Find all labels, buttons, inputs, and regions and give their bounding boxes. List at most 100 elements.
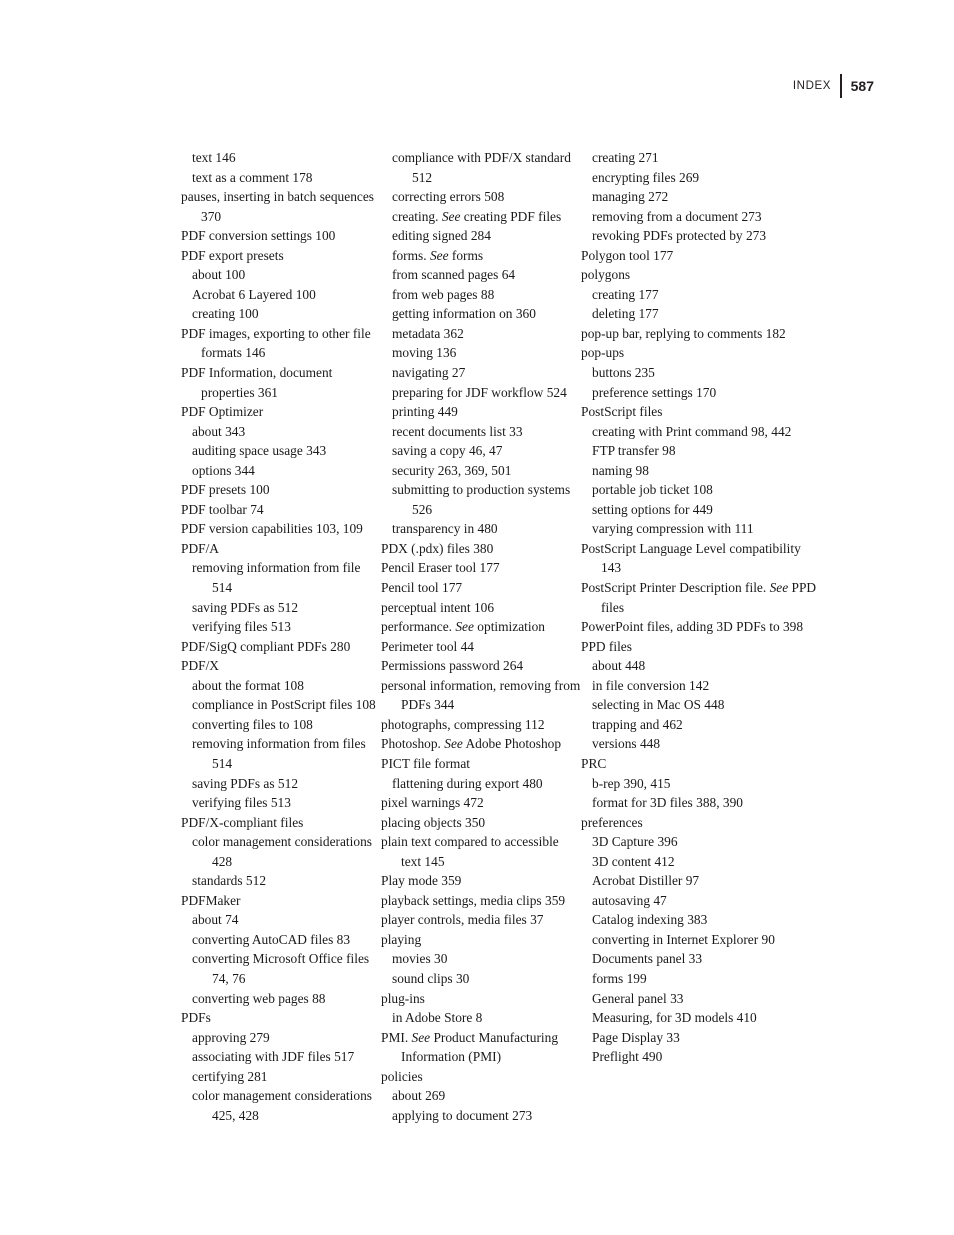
running-header: INDEX 587 [793, 74, 874, 98]
index-entry: trapping and 462 [592, 716, 683, 732]
index-entry: compliance with PDF/X standard 512 [392, 150, 571, 185]
index-entry: Preflight 490 [592, 1049, 663, 1065]
index-entry: Acrobat Distiller 97 [592, 873, 700, 889]
index-entry: getting information on 360 [392, 306, 536, 322]
index-entry: from web pages 88 [392, 286, 495, 302]
index-entry: placing objects 350 [381, 814, 486, 830]
index-entry: text as a comment 178 [192, 169, 313, 185]
index-entry: approving 279 [192, 1029, 270, 1045]
index-entry: Perimeter tool 44 [381, 638, 474, 654]
index-entry: verifying files 513 [192, 795, 291, 811]
index-entry: pixel warnings 472 [381, 795, 484, 811]
index-entry: text 146 [192, 150, 236, 165]
index-entry: creating with Print command 98, 442 [592, 423, 792, 439]
header-label: INDEX [792, 80, 832, 92]
index-entry: certifying 281 [192, 1068, 268, 1084]
index-entry: converting files to 108 [192, 716, 313, 732]
index-entry: PDFs [181, 1010, 211, 1026]
index-entry: PMI. See Product Manufacturing Informati… [381, 1029, 559, 1065]
index-entry: preferences [581, 814, 643, 830]
index-entry: pop-ups [581, 345, 625, 361]
index-entry: printing 449 [392, 404, 458, 420]
index-entry: PPD files [581, 638, 632, 654]
index-entry: portable job ticket 108 [592, 482, 713, 498]
index-entry: flattening during export 480 [392, 775, 543, 791]
index-entry: setting options for 449 [592, 501, 713, 517]
index-entry: creating. See creating PDF files [392, 208, 562, 224]
index-entry: format for 3D files 388, 390 [592, 795, 743, 811]
index-entry: performance. See optimization [381, 619, 545, 635]
index-entry: pauses, inserting in batch sequences 370 [181, 189, 374, 224]
index-entry: forms. See forms [392, 247, 484, 263]
index-entry: Pencil Eraser tool 177 [381, 560, 500, 576]
index-entry: PDF/A [181, 540, 219, 556]
index-entry: Photoshop. See Adobe Photoshop [381, 736, 562, 752]
index-entry: policies [381, 1068, 423, 1084]
index-entry: Measuring, for 3D models 410 [592, 1010, 757, 1026]
index-entry: PDF export presets [181, 247, 284, 263]
index-entry: photographs, compressing 112 [381, 716, 545, 732]
index-entry: transparency in 480 [392, 521, 498, 537]
index-entry: player controls, media files 37 [381, 912, 544, 928]
index-entry: about 343 [192, 423, 246, 439]
index-entry: color management considerations 425, 428 [192, 1088, 372, 1123]
index-entry: about 448 [592, 658, 646, 674]
index-entry: auditing space usage 343 [192, 443, 327, 459]
index-entry: correcting errors 508 [392, 189, 505, 205]
index-entry: Play mode 359 [381, 873, 462, 889]
index-entry: encrypting files 269 [592, 169, 700, 185]
index-entry: PDF toolbar 74 [181, 501, 264, 517]
index-entry: PRC [581, 755, 607, 771]
index-entry: 3D content 412 [592, 853, 675, 869]
index-entry: in Adobe Store 8 [392, 1010, 483, 1026]
index-entry: 3D Capture 396 [592, 834, 678, 850]
index-entry: compliance in PostScript files 108 [192, 697, 376, 713]
index-entry: perceptual intent 106 [381, 599, 495, 615]
index-entry: PostScript Language Level compatibility … [581, 540, 801, 576]
index-entry: submitting to production systems 526 [392, 482, 571, 517]
index-column-2: compliance with PDF/X standard 512 correc… [381, 148, 581, 1125]
index-entry: PDF/SigQ compliant PDFs 280 [181, 638, 351, 654]
index-entry: autosaving 47 [592, 892, 667, 908]
index-entry: converting Microsoft Office files 74, 76 [192, 951, 370, 986]
index-entry: PowerPoint files, adding 3D PDFs to 398 [581, 619, 804, 635]
index-entry: converting web pages 88 [192, 990, 326, 1006]
page-number: 587 [850, 78, 874, 94]
index-entry: Polygon tool 177 [581, 247, 674, 263]
index-entry: in file conversion 142 [592, 677, 710, 693]
index-entry: versions 448 [592, 736, 661, 752]
index-column-3: creating 271 encrypting files 269 managing… [581, 148, 821, 1125]
index-entry: options 344 [192, 462, 255, 478]
index-entry: editing signed 284 [392, 228, 491, 244]
index-entry: plug-ins [381, 990, 425, 1006]
index-entry: PDF conversion settings 100 [181, 228, 336, 244]
index-entry: verifying files 513 [192, 619, 291, 635]
index-entry: managing 272 [592, 189, 669, 205]
index-entry: about 269 [392, 1088, 446, 1104]
index-entry: converting in Internet Explorer 90 [592, 931, 775, 947]
index-entry: General panel 33 [592, 990, 684, 1006]
index-entry: naming 98 [592, 462, 649, 478]
index-entry: removing information from files 514 [192, 736, 366, 771]
index-entry: Acrobat 6 Layered 100 [192, 286, 316, 302]
index-entry: saving a copy 46, 47 [392, 443, 503, 459]
index-entry: PostScript Printer Description file. See… [581, 580, 817, 615]
index-entry: Documents panel 33 [592, 951, 703, 967]
index-entry: moving 136 [392, 345, 457, 361]
index-entry: converting AutoCAD files 83 [192, 931, 351, 947]
index-entry: creating 177 [592, 286, 659, 302]
index-entry: movies 30 [392, 951, 448, 967]
index-entry: Catalog indexing 383 [592, 912, 708, 928]
index-entry: revoking PDFs protected by 273 [592, 228, 767, 244]
index-entry: PostScript files [581, 404, 663, 420]
index-columns: text 146 text as a comment 178 pauses, ins… [181, 148, 881, 1125]
index-entry: selecting in Mac OS 448 [592, 697, 725, 713]
index-entry: pop-up bar, replying to comments 182 [581, 325, 786, 341]
index-entry: PDFMaker [181, 892, 241, 908]
index-entry: PDF presets 100 [181, 482, 270, 498]
index-entry: saving PDFs as 512 [192, 599, 299, 615]
index-entry: personal information, removing from PDFs… [381, 677, 581, 713]
index-entry: creating 271 [592, 150, 659, 165]
index-entry: PDF/X-compliant files [181, 814, 304, 830]
index-entry: forms 199 [592, 970, 647, 986]
